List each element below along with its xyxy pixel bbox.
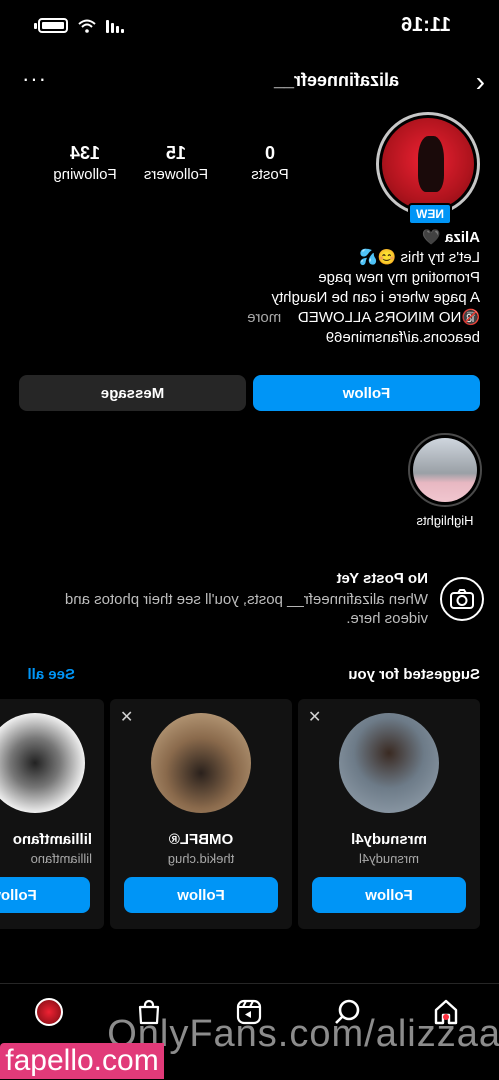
stat-posts: 0 Posts [240,143,300,183]
signal-icon [106,19,124,33]
bio: Aliza 🖤 Let's try this 😊💦 Promoting my n… [10,228,480,348]
suggested-name: lilliamtfano [12,831,92,848]
status-time: 11:16 [400,14,451,36]
bio-line: Promoting my new page [318,269,480,286]
message-button[interactable]: Message [19,375,246,411]
see-all-link[interactable]: See all [27,666,75,683]
suggested-handle: mrsnudy4l [359,851,419,866]
suggested-handle: lilliamtfano [30,851,92,866]
bio-line: A page where i can be Naughty [271,289,480,306]
suggested-follow-button[interactable]: Follow [124,877,278,913]
status-icons [34,18,124,33]
header-username: alizafinneefr__ [273,70,399,90]
bio-line: Let's try this 😊💦 [358,249,480,266]
followers-label: Followers [143,166,209,183]
new-badge: NEW [408,203,452,225]
suggested-card[interactable]: ✕ mrsnudy4l mrsnudy4l Follow [298,699,480,929]
bio-line: 🔞NO MINORS ALLOWED more [10,308,480,328]
stat-following[interactable]: 134 Following [43,143,127,183]
bio-line-text: 🔞NO MINORS ALLOWED [297,309,480,326]
back-icon[interactable]: ‹ [476,66,485,97]
highlight-item[interactable] [408,433,482,507]
followers-count: 15 [165,143,187,163]
onlyfans-watermark: OnlyFans.com/alizzaa [107,1013,499,1055]
wifi-icon [78,19,96,33]
close-icon[interactable]: ✕ [308,707,321,727]
bio-name: Aliza 🖤 [422,229,480,246]
app-screen: 11:16 ‹ alizafinneefr__ ··· NEW 0 Posts … [0,0,499,1080]
suggested-handle: thekid.chug [167,851,235,866]
no-posts-title: No Posts Yet [336,570,428,587]
following-count: 134 [69,143,101,163]
profile-tab-avatar[interactable] [33,996,65,1028]
battery-icon [34,18,68,33]
posts-count: 0 [265,143,276,163]
bio-more-link[interactable]: more [247,309,281,326]
profile-avatar[interactable] [376,112,480,216]
suggested-card[interactable]: lilliamtfano lilliamtfano Follow [0,699,104,929]
fapello-watermark: fapello.com [0,1043,164,1079]
suggested-follow-button[interactable]: Follow [0,877,90,913]
camera-icon [440,577,484,621]
bio-link[interactable]: beacons.ai/fansmine69 [10,328,480,348]
highlight-label: Highlights [416,513,474,528]
suggested-name: OMBFL® [168,831,234,848]
highlight-image [413,438,477,502]
suggested-name: mrsnudy4l [351,831,427,848]
suggested-title: Suggested for you [348,666,480,683]
suggested-avatar [0,713,85,813]
suggested-follow-button[interactable]: Follow [312,877,466,913]
following-label: Following [53,166,117,183]
no-posts-text: When alizafinneefr__ posts, you'll see t… [64,591,428,627]
follow-button[interactable]: Follow [253,375,480,411]
suggested-avatar [339,713,439,813]
posts-label: Posts [251,166,289,183]
close-icon[interactable]: ✕ [120,707,133,727]
more-options-icon[interactable]: ··· [21,66,46,92]
stat-followers[interactable]: 15 Followers [136,143,216,183]
suggested-card[interactable]: ✕ OMBFL® thekid.chug Follow [110,699,292,929]
avatar-image [382,118,474,210]
suggested-avatar [151,713,251,813]
